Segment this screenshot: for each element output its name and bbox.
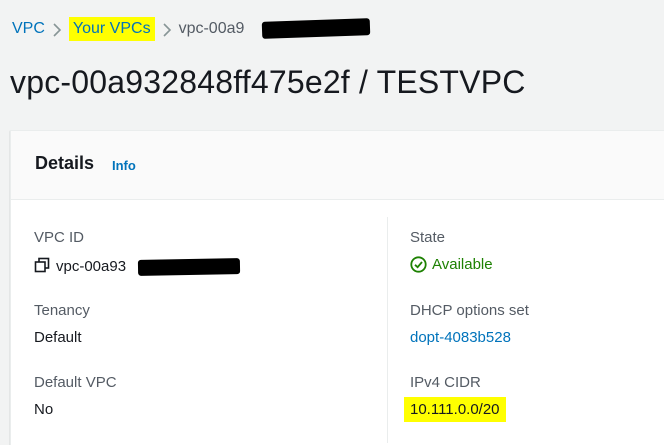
check-circle-icon [410,256,427,273]
chevron-right-icon [45,21,69,38]
state-value: Available [410,256,493,273]
tenancy-label: Tenancy [34,302,90,319]
details-panel-header: Details Info [11,131,664,200]
ipv4-cidr-value: 10.111.0.0/20 [404,397,506,422]
ipv4-cidr-label: IPv4 CIDR [410,374,481,391]
details-panel: Details Info VPC ID vpc-00a93 Tenancy De… [10,130,664,445]
breadcrumb-current-vpc: vpc-00a9 [178,20,245,37]
vpc-id-label: VPC ID [34,229,85,246]
state-label: State [410,229,446,246]
breadcrumb-vpc-link[interactable]: VPC [12,20,45,38]
default-vpc-label: Default VPC [34,374,117,391]
chevron-right-icon [155,21,179,38]
vpc-id-value: vpc-00a93 [34,257,126,277]
redaction-bar [137,258,241,276]
redaction-bar [261,18,371,39]
breadcrumb: VPC Your VPCs vpc-00a9 [12,16,244,42]
vpc-details-page: VPC Your VPCs vpc-00a9 vpc-00a932848ff47… [0,0,664,445]
dhcp-options-label: DHCP options set [410,302,529,319]
copy-icon[interactable] [34,257,50,277]
state-text: Available [432,256,493,273]
tenancy-value: Default [34,329,82,346]
details-heading: Details [35,153,95,173]
page-title: vpc-00a932848ff475e2f / TESTVPC [10,64,526,100]
info-link[interactable]: Info [112,158,136,173]
breadcrumb-your-vpcs-link[interactable]: Your VPCs [68,17,155,41]
column-divider [387,217,388,443]
default-vpc-value: No [34,401,54,418]
vpc-id-text: vpc-00a93 [56,257,127,275]
dhcp-options-link[interactable]: dopt-4083b528 [410,329,511,346]
